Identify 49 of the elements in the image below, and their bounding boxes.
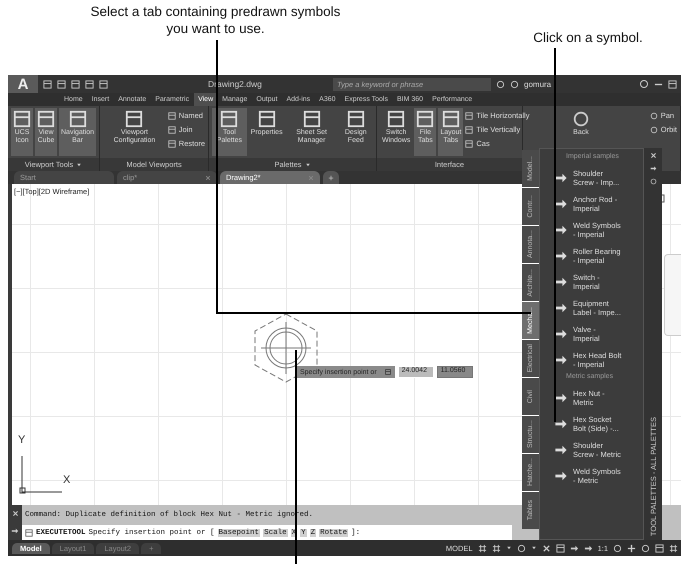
window-icon bbox=[13, 110, 31, 128]
document-icon bbox=[85, 80, 94, 88]
document-icon bbox=[43, 80, 52, 88]
window-icon bbox=[168, 140, 176, 148]
callout-text: Select a tab containing predrawn symbols you want to use. bbox=[90, 3, 342, 37]
user-name[interactable]: gomura bbox=[524, 80, 574, 88]
window-icon bbox=[465, 140, 474, 148]
window-icon bbox=[125, 110, 144, 128]
grid-icon bbox=[478, 544, 487, 552]
maximize-icon bbox=[668, 80, 677, 88]
document-icon bbox=[57, 80, 66, 88]
window-icon bbox=[655, 544, 664, 552]
navigation-bar[interactable] bbox=[664, 254, 681, 336]
axis-label: Y bbox=[18, 434, 26, 446]
caret-icon bbox=[506, 545, 512, 551]
square-icon bbox=[556, 544, 565, 552]
axis-label: X bbox=[63, 474, 70, 486]
window-icon bbox=[465, 126, 474, 134]
callout-text: Click on a symbol. bbox=[532, 29, 644, 46]
close-icon bbox=[205, 174, 211, 180]
window-icon bbox=[387, 110, 406, 128]
caret-icon bbox=[76, 162, 82, 168]
window-icon bbox=[416, 110, 434, 128]
cross-icon bbox=[542, 544, 551, 552]
window-icon bbox=[442, 110, 460, 128]
window-icon bbox=[465, 112, 474, 120]
menu-icon bbox=[669, 544, 678, 552]
window-icon bbox=[168, 112, 176, 120]
caret-icon bbox=[304, 162, 311, 168]
window-title: Drawing2.dwg bbox=[208, 79, 263, 89]
close-icon bbox=[650, 152, 656, 159]
close-icon bbox=[308, 174, 314, 180]
document-icon bbox=[71, 80, 80, 88]
window-icon bbox=[258, 110, 276, 128]
plus-icon bbox=[627, 544, 636, 552]
window-icon bbox=[68, 110, 87, 128]
new-tab-button[interactable]: + bbox=[323, 171, 339, 184]
close-icon bbox=[12, 510, 18, 517]
document-icon bbox=[99, 80, 108, 88]
circle-icon bbox=[516, 544, 526, 552]
window-icon bbox=[220, 110, 238, 128]
window-icon bbox=[346, 110, 365, 128]
caret-icon bbox=[530, 545, 537, 551]
circle-icon bbox=[641, 544, 650, 552]
window-icon bbox=[37, 110, 55, 128]
app-logo[interactable]: A bbox=[8, 75, 38, 93]
window-icon bbox=[168, 126, 176, 134]
window-icon bbox=[302, 110, 321, 128]
grid-icon bbox=[492, 544, 501, 552]
